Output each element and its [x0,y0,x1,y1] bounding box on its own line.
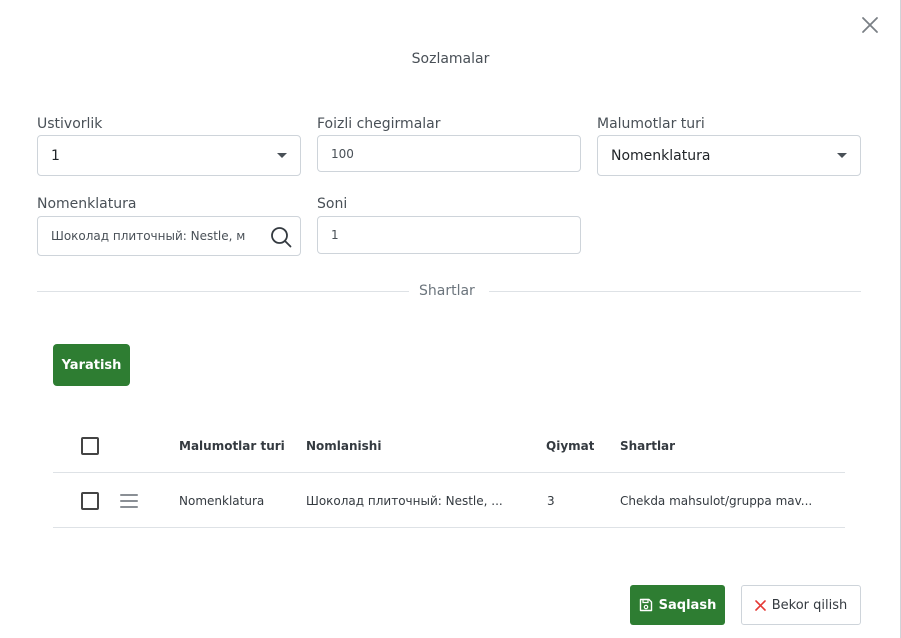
search-icon[interactable] [270,226,292,248]
drag-handle-icon[interactable] [120,493,138,508]
priority-value: 1 [51,147,60,164]
create-button[interactable]: Yaratish [53,344,130,386]
data-type-select[interactable]: Nomenklatura [597,135,861,176]
drag-handle-cell [120,473,138,528]
chevron-down-icon [837,153,847,158]
column-header-data-type[interactable]: Malumotlar turi [179,418,285,473]
table-header: Malumotlar turi Nomlanishi Qiymat Shartl… [53,418,845,473]
row-value: 3 [547,493,555,508]
column-header-conditions[interactable]: Shartlar [620,418,675,473]
chevron-down-icon [277,153,287,158]
save-icon [639,598,652,612]
data-type-value: Nomenklatura [611,147,711,164]
conditions-section-label: Shartlar [419,283,475,299]
column-header-value[interactable]: Qiymat [546,418,594,473]
column-header-name[interactable]: Nomlanishi [306,418,381,473]
divider-left [37,291,409,292]
data-type-label: Malumotlar turi [597,116,705,132]
row-checkbox-cell [81,473,99,528]
modal-title: Sozlamalar [411,51,490,67]
divider-right [489,291,861,292]
conditions-table: Malumotlar turi Nomlanishi Qiymat Shartl… [53,418,845,528]
count-value: 1 [331,228,339,242]
row-checkbox[interactable] [81,491,99,510]
save-label: Saqlash [658,597,717,613]
close-button[interactable] [860,15,880,35]
discount-input[interactable]: 100 [317,135,581,172]
select-all-checkbox[interactable] [81,436,99,455]
nomenclature-input[interactable]: Шоколад плиточный: Nestle, м [37,216,301,256]
row-name: Шоколад плиточный: Nestle, ... [306,493,503,508]
select-all-cell [81,418,99,473]
close-icon [862,17,878,33]
row-data-type: Nomenklatura [179,493,265,508]
settings-modal: Sozlamalar Ustivorlik 1 Foizli chegirmal… [0,0,901,638]
count-input[interactable]: 1 [317,216,581,254]
priority-label: Ustivorlik [37,116,103,132]
row-condition: Chekda mahsulot/gruppa mav... [620,493,813,508]
cancel-label: Bekor qilish [771,597,848,613]
priority-select[interactable]: 1 [37,135,301,176]
save-button[interactable]: Saqlash [630,585,725,625]
nomenclature-label: Nomenklatura [37,196,137,212]
table-row[interactable]: Nomenklatura Шоколад плиточный: Nestle, … [53,473,845,528]
discount-value: 100 [331,146,354,161]
count-label: Soni [317,196,348,212]
nomenclature-value: Шоколад плиточный: Nestle, м [51,229,246,243]
cancel-button[interactable]: Bekor qilish [741,585,861,625]
discount-label: Foizli chegirmalar [317,116,441,132]
x-icon [754,599,766,611]
